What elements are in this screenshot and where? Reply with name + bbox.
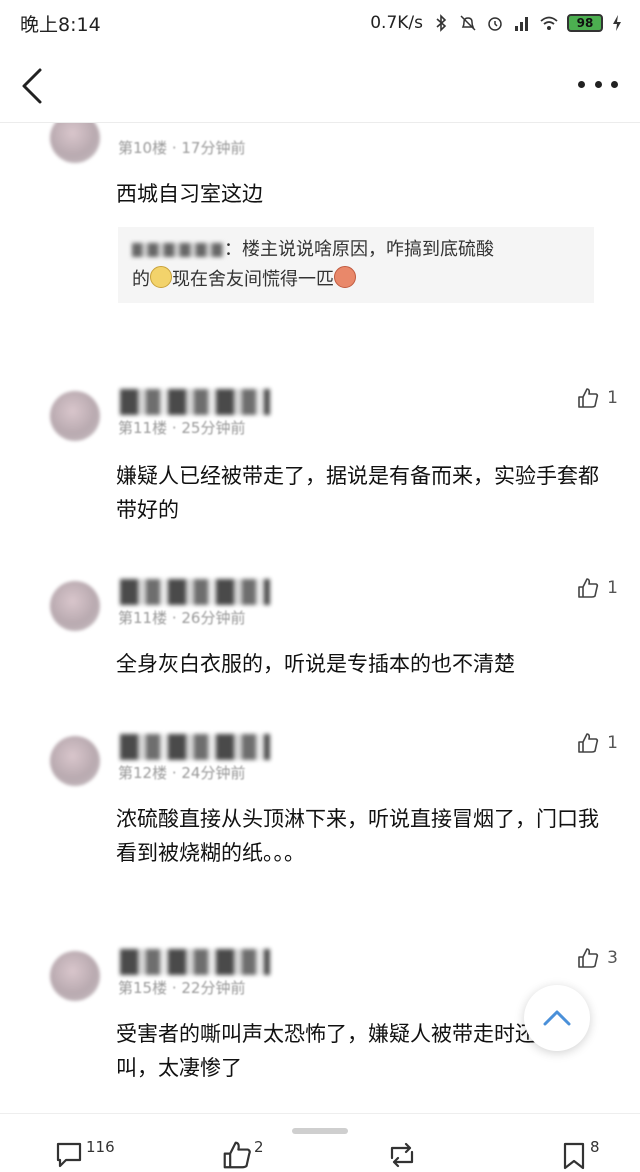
- comment-text: 嫌疑人已经被带走了，据说是有备而来，实验手套都带好的: [116, 464, 599, 522]
- emoji-face-icon: [334, 266, 356, 288]
- bluetooth-icon: [436, 14, 447, 32]
- comment-list[interactable]: 第10楼 · 17分钟前 西城自习室这边 ：楼主说说啥原因，咋搞到底硫酸 的 现在…: [0, 123, 640, 1113]
- scroll-top-button[interactable]: [524, 985, 590, 1051]
- comment-text: 西城自习室这边: [116, 182, 263, 206]
- comment-button[interactable]: 116: [54, 1138, 115, 1170]
- quoted-user-name: [132, 243, 224, 257]
- bottom-action-bar: 116 2 8: [0, 1113, 640, 1172]
- more-dots-icon[interactable]: [578, 72, 618, 96]
- drag-handle[interactable]: [292, 1128, 348, 1134]
- comment-meta: 第10楼 · 17分钟前: [118, 139, 246, 157]
- like-post-button[interactable]: 2: [222, 1138, 264, 1170]
- quote-text-2a: 的: [132, 269, 150, 290]
- user-name[interactable]: [120, 949, 270, 975]
- favorite-count: 8: [590, 1138, 600, 1156]
- emoji-scared-icon: [150, 266, 172, 288]
- comment-meta: 第15楼 · 22分钟前: [118, 979, 246, 997]
- quote-text-1: ：楼主说说啥原因，咋搞到底硫酸: [224, 239, 494, 260]
- thumb-up-icon: [578, 733, 599, 753]
- comment-text: 浓硫酸直接从头顶淋下来，听说直接冒烟了，门口我看到被烧糊的纸。。。: [116, 807, 599, 865]
- avatar[interactable]: [50, 391, 100, 441]
- like-button[interactable]: 1: [577, 387, 618, 409]
- comment-meta: 第11楼 · 25分钟前: [118, 419, 246, 437]
- thumb-up-icon: [223, 1141, 251, 1169]
- network-speed: 0.7K/s: [370, 13, 423, 33]
- comment-meta: 第12楼 · 24分钟前: [118, 764, 246, 782]
- signal-icon: [515, 17, 528, 31]
- wifi-icon: [540, 16, 558, 30]
- avatar[interactable]: [50, 736, 100, 786]
- status-time: 晚上8:14: [20, 13, 101, 36]
- like-count: 1: [607, 733, 618, 753]
- chevron-up-icon: [543, 1010, 571, 1026]
- thumb-up-icon: [578, 948, 599, 968]
- quote-text-2b: 现在舍友间慌得一匹: [172, 269, 334, 290]
- thumb-up-icon: [578, 578, 599, 598]
- thumb-up-icon: [578, 388, 599, 408]
- avatar[interactable]: [50, 581, 100, 631]
- favorite-button[interactable]: 8: [560, 1138, 600, 1170]
- avatar[interactable]: [50, 123, 100, 163]
- status-bar: 晚上8:14 0.7K/s 98: [0, 0, 640, 46]
- status-icons: 0.7K/s 98: [370, 13, 622, 33]
- battery-indicator: 98: [567, 14, 603, 32]
- like-button[interactable]: 1: [577, 732, 618, 754]
- like-count: 3: [607, 948, 618, 968]
- charging-icon: [613, 15, 621, 31]
- like-button[interactable]: 3: [577, 947, 618, 969]
- top-nav-bar: [0, 46, 640, 123]
- comment-text: 全身灰白衣服的，听说是专插本的也不清楚: [116, 652, 515, 676]
- like-button[interactable]: 1: [577, 577, 618, 599]
- back-arrow-icon[interactable]: [18, 66, 48, 106]
- alarm-icon: [488, 17, 502, 31]
- like-count: 1: [607, 578, 618, 598]
- comment-meta: 第11楼 · 26分钟前: [118, 609, 246, 627]
- forward-button[interactable]: [386, 1140, 418, 1170]
- quoted-reply[interactable]: ：楼主说说啥原因，咋搞到底硫酸 的 现在舍友间慌得一匹: [118, 227, 594, 303]
- user-name[interactable]: [120, 579, 270, 605]
- repost-icon: [390, 1142, 414, 1168]
- user-name[interactable]: [120, 734, 270, 760]
- user-name[interactable]: [120, 389, 270, 415]
- comment-count: 116: [86, 1138, 115, 1156]
- comment-bubble-icon: [56, 1142, 82, 1168]
- post-like-count: 2: [254, 1138, 264, 1156]
- like-count: 1: [607, 388, 618, 408]
- bookmark-icon: [563, 1142, 585, 1170]
- mute-bell-icon: [460, 15, 476, 31]
- avatar[interactable]: [50, 951, 100, 1001]
